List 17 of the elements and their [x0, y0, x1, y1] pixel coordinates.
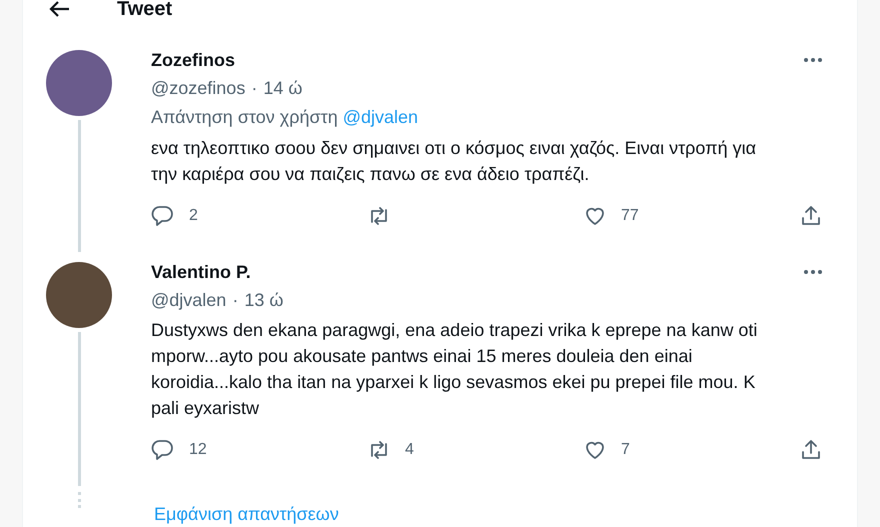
reply-to-label: Απάντηση στον χρήστη	[151, 106, 338, 129]
page-title: Tweet	[117, 0, 172, 18]
tweet-text: ενα τηλεοπτικο σοου δεν σημαινει οτι ο κόσμος ειναι χαζός. Ειναι ντροπή για την καριέρα σου να παιζεις πανω σε ενα άδειο τραπέζι.	[151, 137, 758, 186]
user-name[interactable]: Valentino P.	[151, 262, 251, 282]
action-count[interactable]: 77	[621, 207, 639, 225]
separator-dot: ·	[232, 290, 238, 310]
tweet-time[interactable]: 13 ώ	[244, 290, 284, 310]
tweet-time[interactable]: 14 ώ	[263, 78, 302, 98]
tweet-text: Dustyxws den ekana paragwgi, ena adeio trapezi vrika k eprepe na kanw oti mporw...ayto pou akousate pantws einai 15 meres douleia den einai koroidia...kalo tha itan na yparxei k ligo sevasmos ekei pu prepei file mou. K pali eyxaristw	[151, 319, 758, 420]
action-count[interactable]: 12	[189, 441, 207, 459]
action-count[interactable]: 4	[405, 441, 414, 459]
user-name[interactable]: Zozefinos	[151, 50, 235, 70]
user-handle[interactable]: @zozefinos	[151, 78, 246, 98]
user-handle[interactable]: @djvalen	[151, 290, 226, 310]
separator-dot: ·	[251, 78, 258, 98]
action-count[interactable]: 2	[189, 207, 198, 225]
action-count[interactable]: 7	[621, 441, 630, 459]
